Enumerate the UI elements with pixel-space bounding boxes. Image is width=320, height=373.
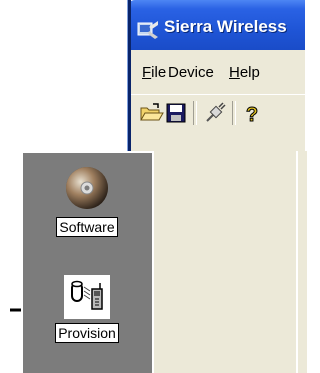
title-bar[interactable]: Sierra Wireless [127,0,305,50]
menu-bar: File Device Help [131,50,305,95]
open-folder-icon[interactable] [138,100,164,126]
toolbar-separator [232,101,236,125]
nav-label-provision: Provision [55,323,119,343]
help-question-icon[interactable]: ? [239,100,265,127]
phone-provision-icon [64,275,110,319]
window-title: Sierra Wireless [164,17,287,36]
cd-disc-icon [66,167,108,209]
save-disk-icon[interactable] [163,100,189,126]
content-area-edge [296,151,307,373]
main-body [131,132,305,373]
menu-help[interactable]: Help [229,64,260,81]
navigation-panel: Software Provision [21,151,154,373]
menu-file[interactable]: File [142,64,166,81]
nav-item-software[interactable]: Software [27,165,147,237]
nav-item-provision[interactable]: Provision [27,275,147,343]
plug-connect-icon[interactable] [202,100,228,126]
toolbar: ? [131,94,305,133]
sierra-app-icon [137,21,158,39]
menu-device[interactable]: Device [168,64,214,81]
toolbar-separator [193,101,197,125]
nav-label-software: Software [56,217,118,237]
svg-text:?: ? [246,104,258,126]
